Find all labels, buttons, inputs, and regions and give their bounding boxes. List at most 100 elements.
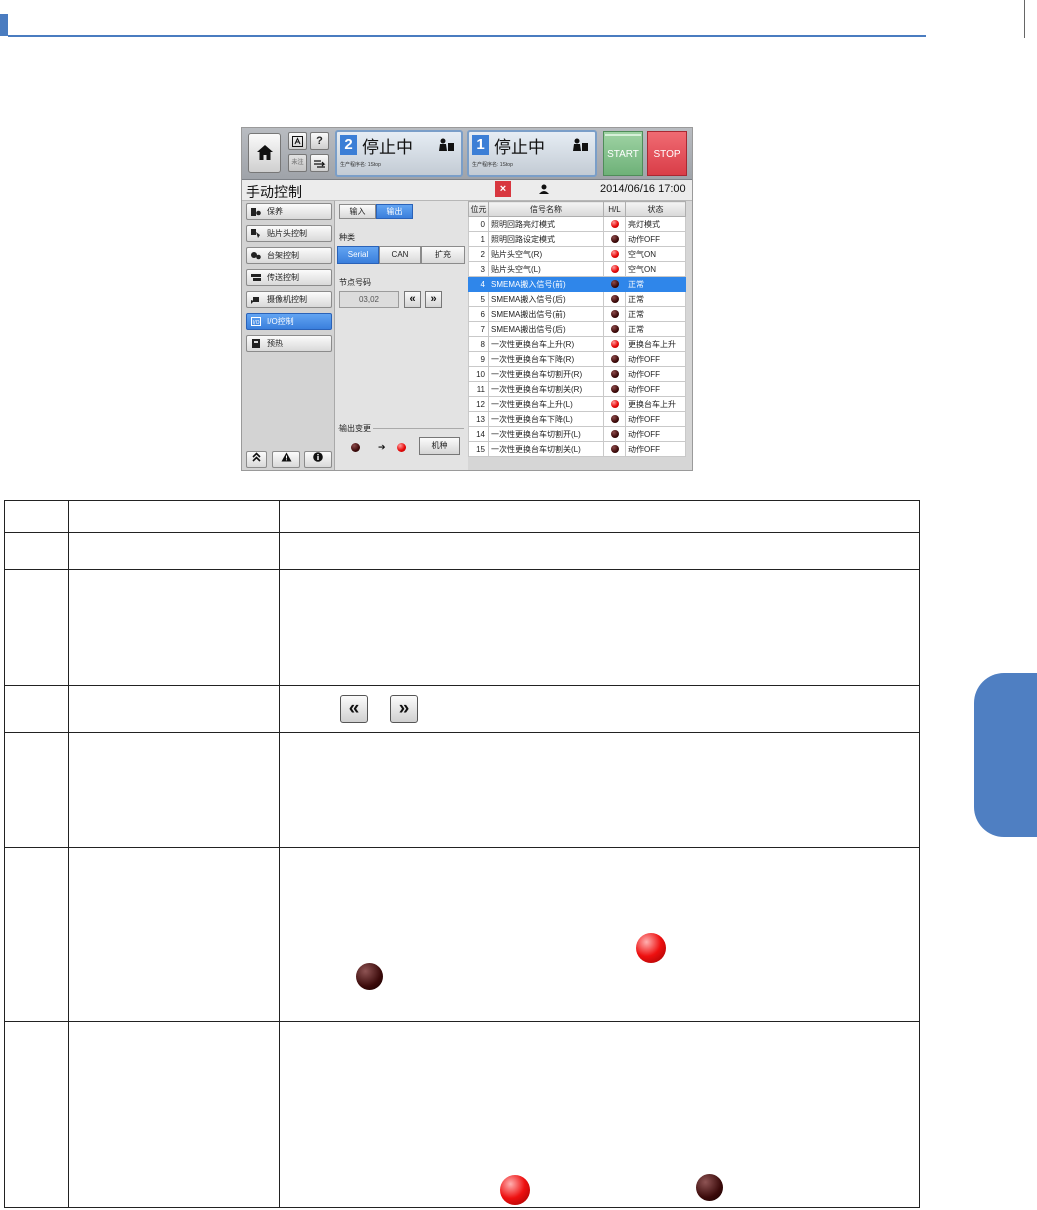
warning-button[interactable] [272, 451, 300, 468]
table-cell [4, 732, 69, 848]
signal-table: 位元 信号名称 H/L 状态 0 照明回路亮灯模式 亮灯模式 1 照明回路设定模式 动作O… [468, 201, 686, 457]
signal-row[interactable]: 13 一次性更换台车下降(L) 动作OFF [468, 411, 686, 427]
dark-led-icon [610, 430, 619, 439]
signal-hl [603, 321, 626, 337]
nav-item-io-control[interactable]: I/O I/O控制 [246, 313, 332, 330]
red-led-icon [610, 340, 619, 349]
lane-2-status-panel[interactable]: 2 停止中 生产程序名: 1Stop [335, 130, 463, 177]
help-button[interactable]: ? [310, 132, 329, 150]
model-button[interactable]: 机种 [419, 437, 460, 455]
type-can-button[interactable]: CAN [379, 246, 421, 264]
table-cell [279, 532, 920, 570]
red-led-icon [500, 1175, 530, 1205]
signal-row[interactable]: 10 一次性更换台车切割开(R) 动作OFF [468, 366, 686, 382]
signal-name: SMEMA搬出信号(后) [488, 321, 604, 337]
nav-item-gantry-control[interactable]: 台架控制 [246, 247, 332, 264]
signal-row[interactable]: 8 一次性更换台车上升(R) 更换台车上升 [468, 336, 686, 352]
signal-status: 空气ON [625, 246, 686, 262]
signal-hl [603, 231, 626, 247]
collapse-button[interactable] [246, 451, 267, 468]
signal-row[interactable]: 1 照明回路设定模式 动作OFF [468, 231, 686, 247]
lane-number: 1 [472, 135, 489, 155]
signal-bit: 7 [468, 321, 489, 337]
home-button[interactable] [248, 133, 281, 173]
page-edge-rule [1024, 0, 1025, 38]
signal-name: SMEMA搬入信号(后) [488, 291, 604, 307]
signal-bit: 15 [468, 441, 489, 457]
type-serial-button[interactable]: Serial [337, 246, 379, 264]
signal-bit: 0 [468, 216, 489, 232]
signal-row[interactable]: 7 SMEMA搬出信号(后) 正常 [468, 321, 686, 337]
signal-name: SMEMA搬出信号(前) [488, 306, 604, 322]
tab-input[interactable]: 输入 [339, 204, 376, 219]
svg-text:I/O: I/O [252, 320, 259, 326]
stop-button[interactable]: STOP [647, 131, 687, 176]
nav-item-camera-control[interactable]: 摄像机控制 [246, 291, 332, 308]
signal-bit: 3 [468, 261, 489, 277]
signal-hl [603, 276, 626, 292]
signal-status: 动作OFF [625, 231, 686, 247]
transfer-icon-button[interactable] [310, 154, 329, 172]
keyboard-icon-button[interactable] [288, 132, 307, 150]
nav-item-conveyor-control[interactable]: 传送控制 [246, 269, 332, 286]
signal-row[interactable]: 2 贴片头空气(R) 空气ON [468, 246, 686, 262]
nav-item-label: I/O控制 [267, 317, 294, 326]
signal-hl [603, 426, 626, 442]
signal-row[interactable]: 9 一次性更换台车下降(R) 动作OFF [468, 351, 686, 367]
table-cell [4, 847, 69, 1022]
tab-output[interactable]: 输出 [376, 204, 413, 219]
maintenance-icon [251, 208, 261, 216]
signal-status: 动作OFF [625, 366, 686, 382]
signal-row[interactable]: 5 SMEMA搬入信号(后) 正常 [468, 291, 686, 307]
node-prev-button[interactable]: « [404, 291, 421, 308]
signal-bit: 4 [468, 276, 489, 292]
info-button[interactable] [304, 451, 332, 468]
signal-row[interactable]: 6 SMEMA搬出信号(前) 正常 [468, 306, 686, 322]
lane-1-status-panel[interactable]: 1 停止中 生产程序名: 1Stop [467, 130, 597, 177]
lane-state: 停止中 [362, 138, 413, 157]
signal-row[interactable]: 11 一次性更换台车切割关(R) 动作OFF [468, 381, 686, 397]
disabled-tool-button[interactable]: 未注 [288, 154, 307, 172]
table-cell [4, 500, 69, 533]
signal-row[interactable]: 14 一次性更换台车切割开(L) 动作OFF [468, 426, 686, 442]
signal-row[interactable]: 15 一次性更换台车切割关(L) 动作OFF [468, 441, 686, 457]
signal-name: 一次性更换台车切割开(L) [488, 426, 604, 442]
signal-bit: 5 [468, 291, 489, 307]
dark-led-icon [696, 1174, 723, 1201]
description-table: « » [4, 500, 920, 1208]
double-chevron-up-icon [252, 452, 261, 462]
signal-status: 动作OFF [625, 411, 686, 427]
signal-bit: 2 [468, 246, 489, 262]
prev-node-icon: « [340, 695, 368, 723]
info-icon [313, 452, 323, 462]
dark-led-icon [610, 445, 619, 454]
signal-row[interactable]: 3 贴片头空气(L) 空气ON [468, 261, 686, 277]
node-next-button[interactable]: » [425, 291, 442, 308]
signal-row[interactable]: 0 照明回路亮灯模式 亮灯模式 [468, 216, 686, 232]
home-icon [257, 145, 273, 160]
red-led-icon [610, 250, 619, 259]
close-button[interactable]: × [495, 181, 511, 197]
table-cell [68, 847, 280, 1022]
red-led-icon [610, 265, 619, 274]
signal-table-header: 位元 信号名称 H/L 状态 [468, 201, 686, 217]
node-number-field[interactable]: 03,02 [339, 291, 399, 308]
signal-row[interactable]: 12 一次性更换台车上升(L) 更换台车上升 [468, 396, 686, 412]
dark-led-icon [356, 963, 383, 990]
table-cell [4, 532, 69, 570]
type-extension-button[interactable]: 扩充 [421, 246, 465, 264]
nav-item-preheat[interactable]: 预热 [246, 335, 332, 352]
col-hl: H/L [603, 201, 626, 217]
nav-item-maintenance[interactable]: 保养 [246, 203, 332, 220]
signal-name: 一次性更换台车下降(R) [488, 351, 604, 367]
red-led-icon [610, 220, 619, 229]
signal-bit: 14 [468, 426, 489, 442]
dark-led-icon [610, 295, 619, 304]
nav-item-head-control[interactable]: 贴片头控制 [246, 225, 332, 242]
signal-status: 正常 [625, 321, 686, 337]
signal-name: 贴片头空气(R) [488, 246, 604, 262]
manual-control-screenshot: ? 未注 2 停止中 生产程序名: 1Stop 1 停止中 生产程序名: 1St… [241, 127, 693, 471]
start-button[interactable]: START [603, 131, 643, 176]
nav-item-label: 预热 [267, 339, 283, 348]
signal-row[interactable]: 4 SMEMA搬入信号(前) 正常 [468, 276, 686, 292]
